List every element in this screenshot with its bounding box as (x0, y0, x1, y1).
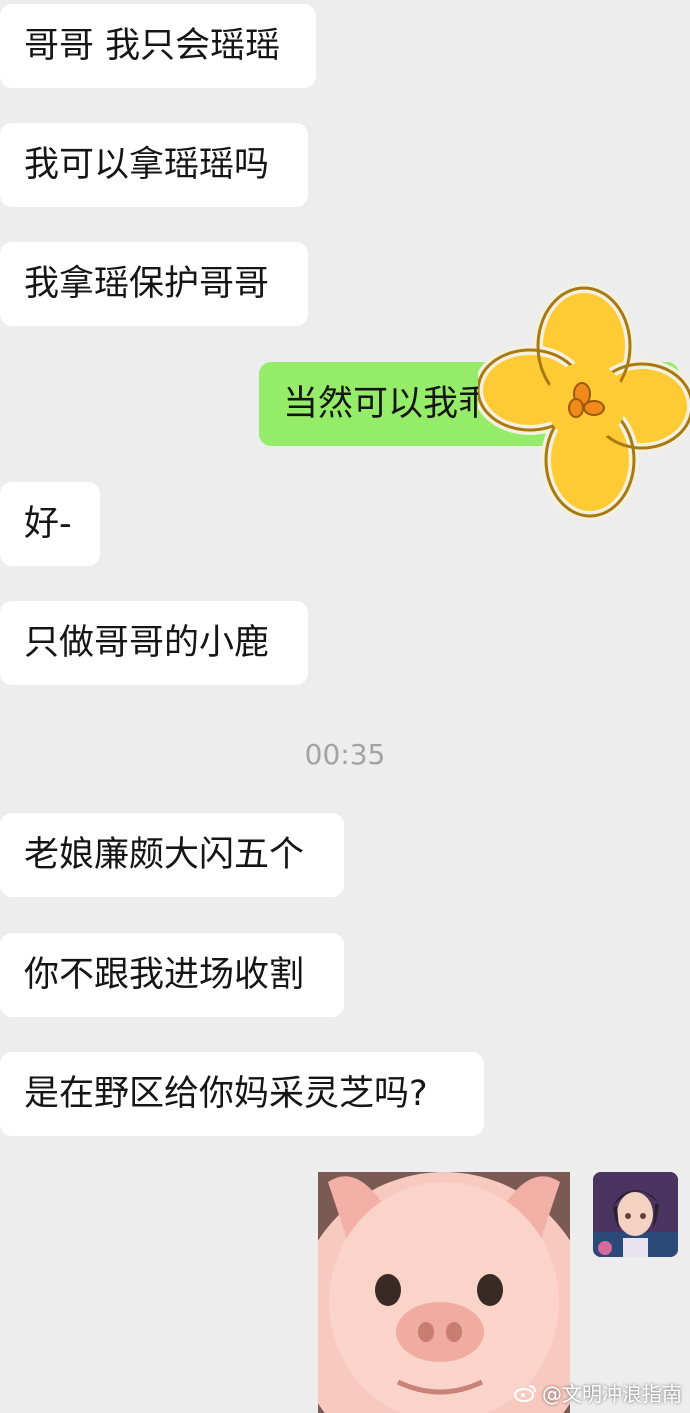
weibo-icon (514, 1384, 536, 1402)
message-text: 我拿瑶保护哥哥 (24, 264, 270, 304)
message-bubble-incoming[interactable]: 哥哥 我只会瑶瑶 (0, 4, 316, 88)
pig-face-sticker-icon[interactable] (318, 1172, 570, 1413)
message-bubble-incoming[interactable]: 你不跟我进场收割 (0, 933, 344, 1017)
message-text: 好- (24, 504, 72, 544)
chat-timestamp: 00:35 (304, 738, 386, 771)
message-text: 只做哥哥的小鹿 (24, 623, 270, 663)
message-text: 你不跟我进场收割 (24, 955, 305, 995)
message-bubble-incoming[interactable]: 只做哥哥的小鹿 (0, 601, 308, 685)
yellow-flower-sticker-icon (478, 283, 690, 520)
message-text: 哥哥 我只会瑶瑶 (24, 26, 281, 66)
message-bubble-incoming[interactable]: 我可以拿瑶瑶吗 (0, 123, 308, 207)
message-bubble-incoming[interactable]: 老娘廉颇大闪五个 (0, 813, 344, 897)
message-bubble-incoming[interactable]: 好- (0, 482, 100, 566)
message-text: 当然可以我乖 (283, 384, 494, 424)
avatar-image (593, 1172, 678, 1257)
message-bubble-incoming[interactable]: 是在野区给你妈采灵芝吗? (0, 1052, 484, 1136)
watermark-text: @文明冲浪指南 (542, 1382, 682, 1406)
pig-face-icon (318, 1172, 570, 1413)
message-text: 是在野区给你妈采灵芝吗? (24, 1074, 428, 1114)
watermark: @文明冲浪指南 (514, 1378, 682, 1407)
message-text: 老娘廉颇大闪五个 (24, 835, 305, 875)
message-bubble-incoming[interactable]: 我拿瑶保护哥哥 (0, 242, 308, 326)
anime-boy-avatar-icon[interactable] (593, 1172, 678, 1257)
message-text: 我可以拿瑶瑶吗 (24, 145, 270, 185)
